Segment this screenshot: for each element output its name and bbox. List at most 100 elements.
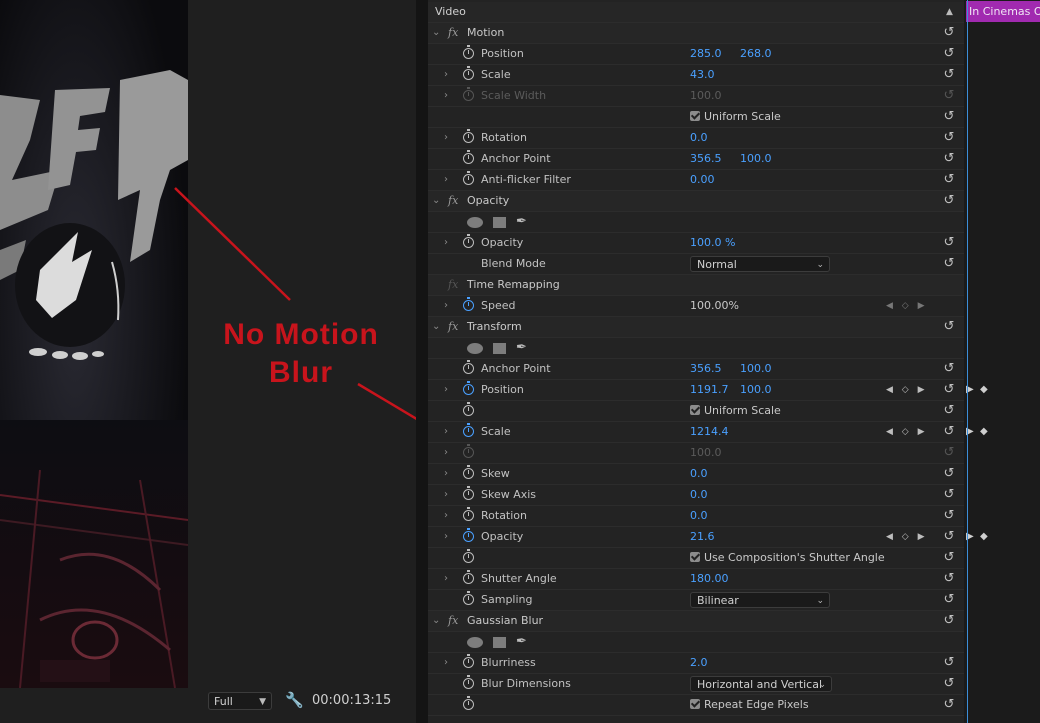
transform-anchor-x[interactable]: 356.5: [690, 359, 722, 379]
zoom-select[interactable]: Full ▼: [208, 692, 272, 710]
stopwatch-icon[interactable]: [463, 548, 477, 568]
stopwatch-icon[interactable]: [463, 233, 477, 253]
reset-icon[interactable]: ↺: [941, 170, 957, 190]
transform-rotation-value[interactable]: 0.0: [690, 506, 708, 526]
reset-icon[interactable]: ↺: [941, 527, 957, 547]
reset-icon[interactable]: ↺: [941, 128, 957, 148]
ellipse-mask-icon[interactable]: [467, 637, 483, 648]
stopwatch-icon[interactable]: [463, 296, 477, 316]
uniform-scale-checkbox[interactable]: Uniform Scale: [690, 401, 781, 421]
stopwatch-icon[interactable]: [463, 170, 477, 190]
blurriness-value[interactable]: 2.0: [690, 653, 708, 673]
time-remapping-row[interactable]: fx Time Remapping: [428, 275, 964, 296]
motion-rotation-value[interactable]: 0.0: [690, 128, 708, 148]
reset-icon[interactable]: ↺: [941, 191, 957, 211]
reset-icon[interactable]: ↺: [941, 548, 957, 568]
stopwatch-icon[interactable]: [463, 485, 477, 505]
stopwatch-icon[interactable]: [463, 359, 477, 379]
wrench-icon[interactable]: 🔧: [285, 691, 304, 709]
pen-mask-icon[interactable]: ✒: [516, 338, 527, 358]
keyframe-nav-icon[interactable]: ◀ ◇ ▶: [886, 527, 936, 547]
keyframe-nav-icon[interactable]: ◀ ◇ ▶: [886, 422, 936, 442]
chevron-right-icon[interactable]: ›: [444, 86, 454, 106]
opacity-value[interactable]: 100.0 %: [690, 233, 735, 253]
reset-icon[interactable]: ↺: [941, 44, 957, 64]
pen-mask-icon[interactable]: ✒: [516, 632, 527, 652]
stopwatch-icon[interactable]: [463, 380, 477, 400]
reset-icon[interactable]: ↺: [941, 611, 957, 631]
motion-effect-row[interactable]: ⌄ fx Motion ↺: [428, 23, 964, 44]
chevron-right-icon[interactable]: ›: [444, 443, 454, 463]
motion-scale-value[interactable]: 43.0: [690, 65, 715, 85]
chevron-right-icon[interactable]: ›: [444, 569, 454, 589]
reset-icon[interactable]: ↺: [941, 359, 957, 379]
stopwatch-icon[interactable]: [463, 674, 477, 694]
stopwatch-icon[interactable]: [463, 464, 477, 484]
reset-icon[interactable]: ↺: [941, 422, 957, 442]
motion-anchor-x[interactable]: 356.5: [690, 149, 722, 169]
keyframe-marker-opacity[interactable]: ▶ ◆: [966, 527, 988, 547]
pen-mask-icon[interactable]: ✒: [516, 212, 527, 232]
speed-value[interactable]: 100.00%: [690, 296, 739, 316]
stopwatch-icon[interactable]: [463, 527, 477, 547]
repeat-edge-checkbox[interactable]: Repeat Edge Pixels: [690, 695, 809, 715]
fx-icon[interactable]: fx: [448, 611, 462, 631]
collapse-up-icon[interactable]: ▲: [946, 2, 953, 22]
rectangle-mask-icon[interactable]: [493, 343, 506, 354]
chevron-down-icon[interactable]: ⌄: [432, 611, 442, 631]
stopwatch-icon[interactable]: [463, 149, 477, 169]
reset-icon[interactable]: ↺: [941, 107, 957, 127]
fx-icon[interactable]: fx: [448, 191, 462, 211]
keyframe-nav-icon[interactable]: ◀ ◇ ▶: [886, 296, 936, 316]
chevron-right-icon[interactable]: ›: [444, 527, 454, 547]
reset-icon[interactable]: ↺: [941, 401, 957, 421]
chevron-right-icon[interactable]: ›: [444, 422, 454, 442]
reset-icon[interactable]: ↺: [941, 233, 957, 253]
chevron-right-icon[interactable]: ›: [444, 128, 454, 148]
panel-divider[interactable]: [416, 0, 428, 723]
reset-icon[interactable]: ↺: [941, 569, 957, 589]
chevron-right-icon[interactable]: ›: [444, 296, 454, 316]
timeline-clip[interactable]: In Cinemas Oct: [966, 1, 1040, 22]
chevron-down-icon[interactable]: ⌄: [432, 23, 442, 43]
chevron-right-icon[interactable]: ›: [444, 170, 454, 190]
reset-icon[interactable]: ↺: [941, 590, 957, 610]
chevron-right-icon[interactable]: ›: [444, 233, 454, 253]
reset-icon[interactable]: ↺: [941, 674, 957, 694]
reset-icon[interactable]: ↺: [941, 23, 957, 43]
chevron-right-icon[interactable]: ›: [444, 65, 454, 85]
motion-anchor-y[interactable]: 100.0: [740, 149, 772, 169]
gaussian-blur-effect-row[interactable]: ⌄ fx Gaussian Blur ↺: [428, 611, 964, 632]
stopwatch-icon[interactable]: [463, 401, 477, 421]
keyframe-nav-icon[interactable]: ◀ ◇ ▶: [886, 380, 936, 400]
reset-icon[interactable]: ↺: [941, 485, 957, 505]
blur-dimensions-select[interactable]: Horizontal and Vertical ⌄: [690, 676, 832, 692]
chevron-down-icon[interactable]: ⌄: [432, 191, 442, 211]
reset-icon[interactable]: ↺: [941, 317, 957, 337]
rectangle-mask-icon[interactable]: [493, 217, 506, 228]
ellipse-mask-icon[interactable]: [467, 217, 483, 228]
stopwatch-icon[interactable]: [463, 569, 477, 589]
chevron-right-icon[interactable]: ›: [444, 464, 454, 484]
reset-icon[interactable]: ↺: [941, 506, 957, 526]
transform-skew-axis-value[interactable]: 0.0: [690, 485, 708, 505]
stopwatch-icon[interactable]: [463, 65, 477, 85]
fx-icon[interactable]: fx: [448, 317, 462, 337]
chevron-right-icon[interactable]: ›: [444, 653, 454, 673]
use-comp-shutter-checkbox[interactable]: Use Composition's Shutter Angle: [690, 548, 885, 568]
transform-skew-value[interactable]: 0.0: [690, 464, 708, 484]
motion-position-x[interactable]: 285.0: [690, 44, 722, 64]
reset-icon[interactable]: ↺: [941, 380, 957, 400]
keyframe-marker-scale[interactable]: ▶ ◆: [966, 422, 988, 442]
stopwatch-icon[interactable]: [463, 653, 477, 673]
stopwatch-icon[interactable]: [463, 128, 477, 148]
playhead[interactable]: [967, 0, 968, 723]
transform-opacity-value[interactable]: 21.6: [690, 527, 715, 547]
rectangle-mask-icon[interactable]: [493, 637, 506, 648]
reset-icon[interactable]: ↺: [941, 65, 957, 85]
shutter-angle-value[interactable]: 180.00: [690, 569, 729, 589]
chevron-right-icon[interactable]: ›: [444, 485, 454, 505]
transform-position-y[interactable]: 100.0: [740, 380, 772, 400]
stopwatch-icon[interactable]: [463, 44, 477, 64]
chevron-right-icon[interactable]: ›: [444, 506, 454, 526]
